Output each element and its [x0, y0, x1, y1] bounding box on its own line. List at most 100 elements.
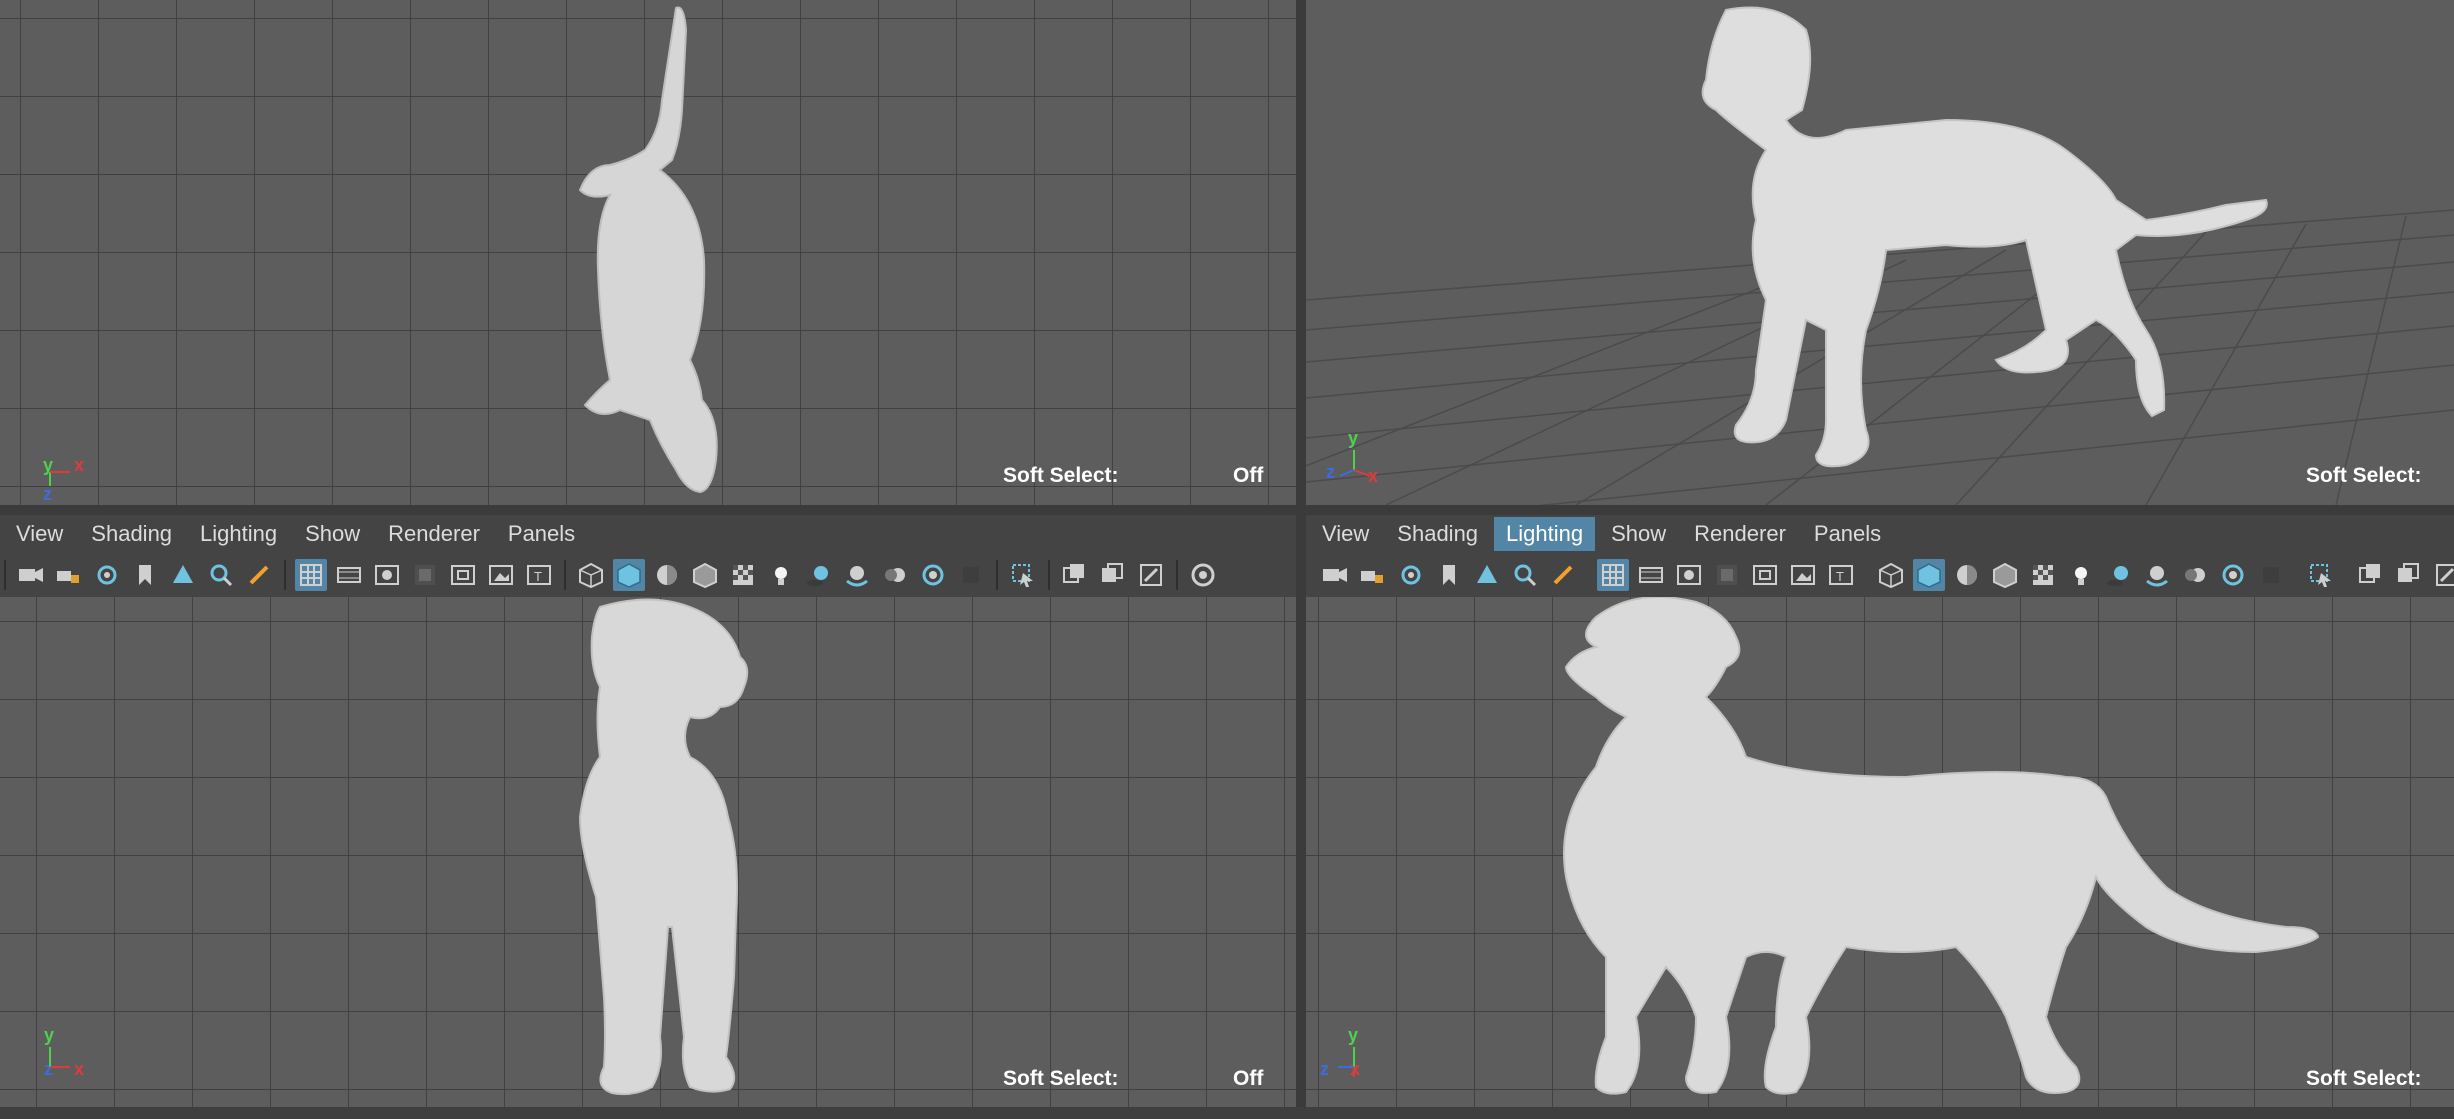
lights-button[interactable]	[2065, 559, 2097, 591]
safe-title-button[interactable]: T	[523, 559, 555, 591]
ui-toggle-button[interactable]	[1187, 559, 1219, 591]
2d-pan-zoom-button[interactable]	[205, 559, 237, 591]
menu-renderer[interactable]: Renderer	[1682, 517, 1798, 551]
camera-button[interactable]	[15, 559, 47, 591]
motion-blur-button[interactable]	[2179, 559, 2211, 591]
anti-aliasing-button[interactable]	[917, 559, 949, 591]
grid-button[interactable]	[295, 559, 327, 591]
wireframe-on-shaded-button[interactable]	[1989, 559, 2021, 591]
depth-of-field-button[interactable]	[955, 559, 987, 591]
grease-pencil-icon	[243, 559, 275, 591]
resolution-gate-button[interactable]	[371, 559, 403, 591]
soft-select-label: Soft Select:	[2306, 464, 2422, 487]
safe-action-button[interactable]	[485, 559, 517, 591]
menu-panels[interactable]: Panels	[496, 517, 587, 551]
axis-z-label: z	[1320, 1059, 1329, 1079]
film-gate-button[interactable]	[1635, 559, 1667, 591]
textured-button[interactable]	[727, 559, 759, 591]
toolbar-grip[interactable]	[4, 560, 6, 590]
safe-title-button[interactable]: T	[1825, 559, 1857, 591]
screen-space-ao-button[interactable]	[841, 559, 873, 591]
menu-view[interactable]: View	[1310, 517, 1381, 551]
bookmark-button[interactable]	[1433, 559, 1465, 591]
textured-button[interactable]	[2027, 559, 2059, 591]
soft-select-value: Off	[1233, 1067, 1264, 1090]
menu-shading[interactable]: Shading	[79, 517, 184, 551]
wireframe-button[interactable]	[575, 559, 607, 591]
camera-button[interactable]	[1319, 559, 1351, 591]
menu-panels[interactable]: Panels	[1802, 517, 1893, 551]
resolution-gate-button[interactable]	[1673, 559, 1705, 591]
isolate-select-button[interactable]	[1007, 559, 1039, 591]
smooth-shade-button[interactable]	[1913, 559, 1945, 591]
default-material-button[interactable]	[651, 559, 683, 591]
shadows-button[interactable]	[803, 559, 835, 591]
lock-camera-button[interactable]	[53, 559, 85, 591]
menu-lighting[interactable]: Lighting	[1494, 517, 1596, 551]
bookmark-icon	[1433, 559, 1465, 591]
bookmark-button[interactable]	[129, 559, 161, 591]
2d-pan-zoom-button[interactable]	[1509, 559, 1541, 591]
grid-button[interactable]	[1597, 559, 1629, 591]
default-material-button[interactable]	[1951, 559, 1983, 591]
panel-menu-bar-left: View Shading Lighting Show Renderer Pane…	[0, 515, 1296, 553]
wireframe-on-shaded-icon	[1989, 559, 2021, 591]
field-chart-button[interactable]	[1749, 559, 1781, 591]
menu-view[interactable]: View	[4, 517, 75, 551]
film-gate-button[interactable]	[333, 559, 365, 591]
field-chart-button[interactable]	[447, 559, 479, 591]
camera-attributes-button[interactable]	[1395, 559, 1427, 591]
gate-mask-button[interactable]	[1711, 559, 1743, 591]
panel-divider-vertical-top[interactable]	[1296, 0, 1306, 505]
panel-divider-horizontal[interactable]	[0, 505, 2454, 515]
soft-select-label: Soft Select:	[2306, 1067, 2422, 1090]
image-plane-button[interactable]	[167, 559, 199, 591]
menu-lighting[interactable]: Lighting	[188, 517, 289, 551]
image-plane-button[interactable]	[1471, 559, 1503, 591]
camera-icon	[15, 559, 47, 591]
camera-attributes-button[interactable]	[91, 559, 123, 591]
shadows-button[interactable]	[2103, 559, 2135, 591]
viewport-front[interactable]: y z x Soft Select: Off	[0, 597, 1296, 1107]
panel-divider-vertical-bottom[interactable]	[1296, 515, 1306, 1107]
gate-mask-button[interactable]	[409, 559, 441, 591]
menu-renderer[interactable]: Renderer	[376, 517, 492, 551]
wireframe-icon	[575, 559, 607, 591]
grease-pencil-button[interactable]	[243, 559, 275, 591]
dog-model-front-view	[578, 598, 749, 1096]
viewport-top[interactable]: y x z Soft Select: Off	[0, 0, 1296, 505]
default-material-icon	[1951, 559, 1983, 591]
viewport-perspective[interactable]: y z x Soft Select:	[1306, 0, 2454, 505]
xray-joints-button[interactable]	[2431, 559, 2454, 591]
isolate-select-button[interactable]	[2305, 559, 2337, 591]
anti-aliasing-icon	[2217, 559, 2249, 591]
dog-model-top-view[interactable]	[0, 0, 1296, 505]
xray-joints-icon	[2431, 559, 2454, 591]
xray-joints-button[interactable]	[1135, 559, 1167, 591]
grease-pencil-button[interactable]	[1547, 559, 1579, 591]
bottom-status-strip	[0, 1107, 2454, 1119]
film-gate-icon	[1635, 559, 1667, 591]
xray-button[interactable]	[2355, 559, 2387, 591]
soft-select-label: Soft Select:	[1003, 1067, 1119, 1090]
wireframe-button[interactable]	[1875, 559, 1907, 591]
smooth-shade-icon	[613, 559, 645, 591]
lights-button[interactable]	[765, 559, 797, 591]
menu-show[interactable]: Show	[293, 517, 372, 551]
anti-aliasing-button[interactable]	[2217, 559, 2249, 591]
screen-space-ao-button[interactable]	[2141, 559, 2173, 591]
resolution-gate-icon	[371, 559, 403, 591]
safe-action-button[interactable]	[1787, 559, 1819, 591]
wireframe-on-shaded-button[interactable]	[689, 559, 721, 591]
svg-text:T: T	[534, 569, 542, 584]
menu-shading[interactable]: Shading	[1385, 517, 1490, 551]
motion-blur-button[interactable]	[879, 559, 911, 591]
xray-active-button[interactable]	[1097, 559, 1129, 591]
smooth-shade-button[interactable]	[613, 559, 645, 591]
menu-show[interactable]: Show	[1599, 517, 1678, 551]
viewport-side[interactable]: y z x Soft Select:	[1306, 597, 2454, 1107]
lock-camera-button[interactable]	[1357, 559, 1389, 591]
depth-of-field-button[interactable]	[2255, 559, 2287, 591]
xray-active-button[interactable]	[2393, 559, 2425, 591]
xray-button[interactable]	[1059, 559, 1091, 591]
